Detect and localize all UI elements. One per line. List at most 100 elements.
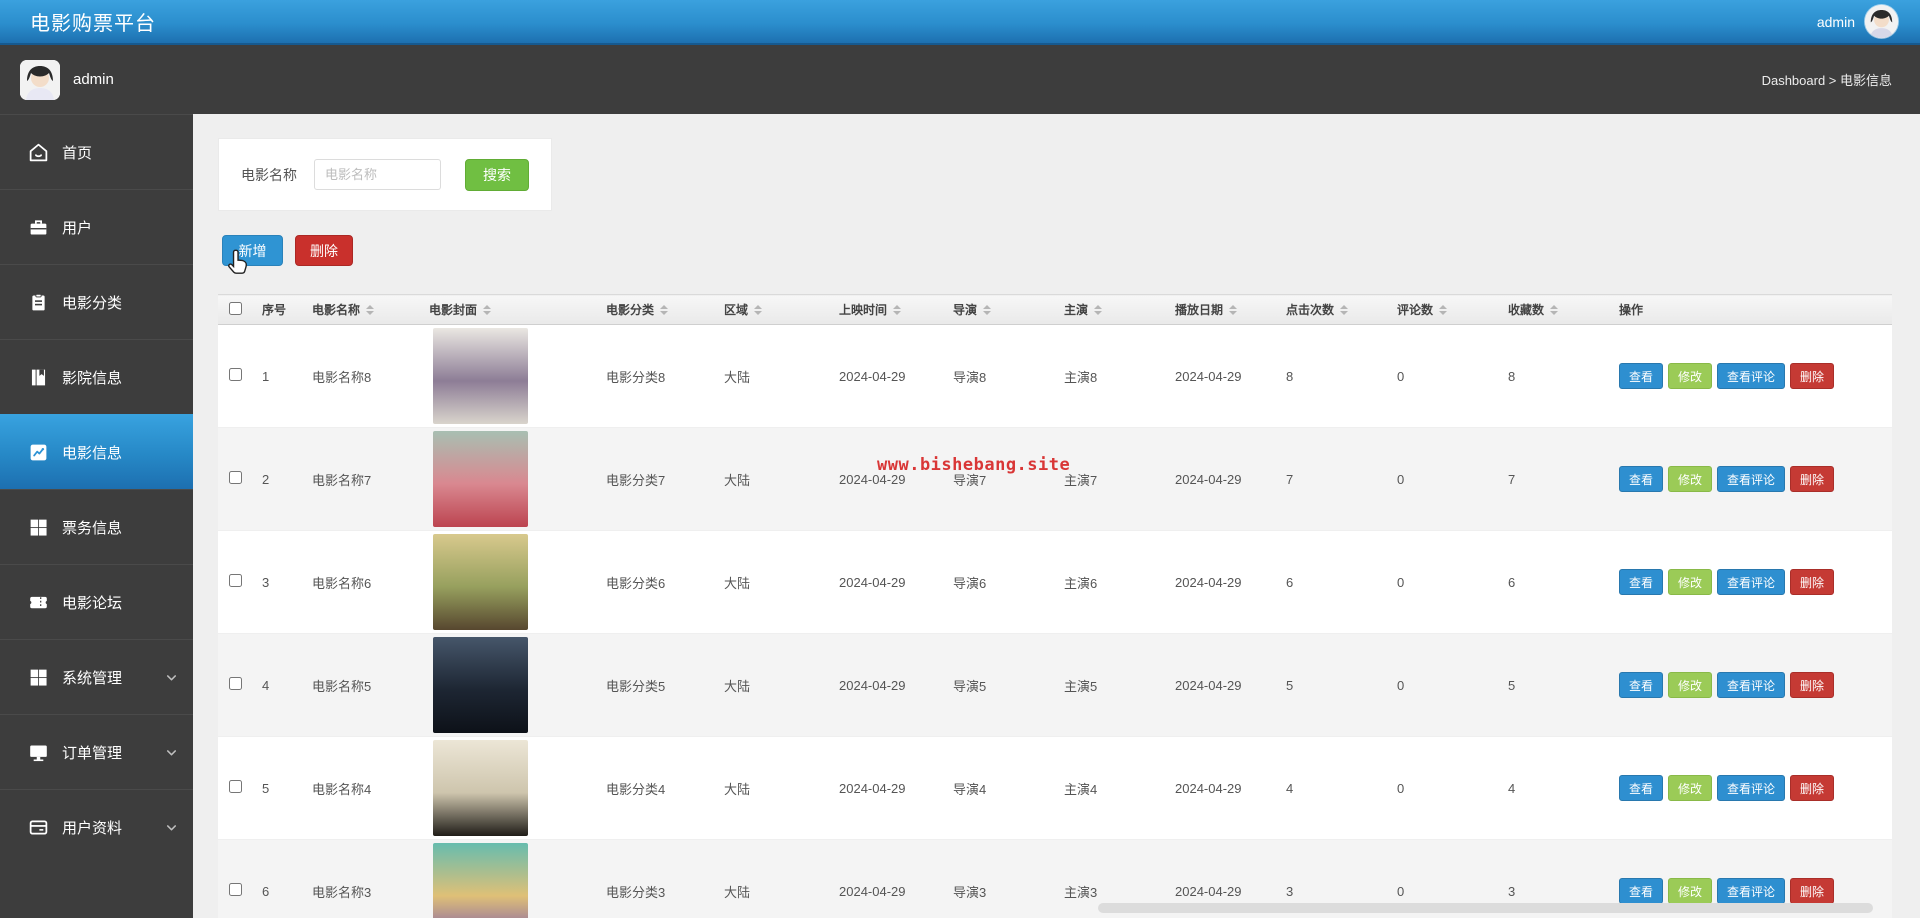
- sort-carets-icon[interactable]: [1439, 304, 1448, 315]
- column-header-6[interactable]: 上映时间: [829, 294, 943, 325]
- search-button[interactable]: 搜索: [465, 158, 529, 191]
- topbar-username: admin: [1816, 13, 1855, 30]
- column-label: 收藏数: [1508, 303, 1545, 317]
- view-button[interactable]: 查看: [1619, 775, 1664, 801]
- sort-carets-icon[interactable]: [483, 304, 492, 315]
- column-header-3[interactable]: 电影封面: [419, 294, 596, 325]
- cell-name: 电影名称5: [302, 633, 419, 737]
- column-label: 电影名称: [312, 303, 361, 317]
- delete-button[interactable]: 删除: [1790, 878, 1835, 904]
- profile-avatar[interactable]: [20, 59, 60, 100]
- row-checkbox[interactable]: [228, 883, 242, 896]
- chart-icon: [28, 442, 49, 463]
- row-checkbox[interactable]: [228, 471, 242, 484]
- cell-clicks: 8: [1276, 324, 1387, 428]
- cell-director: 导演3: [943, 839, 1054, 918]
- sidebar-item-order-management[interactable]: 订单管理: [0, 714, 193, 789]
- sidebar-item-ticket-info[interactable]: 票务信息: [0, 489, 193, 564]
- column-header-9[interactable]: 播放日期: [1165, 294, 1276, 325]
- sidebar-item-home[interactable]: 首页: [0, 114, 193, 189]
- view-comments-button[interactable]: 查看评论: [1717, 466, 1786, 492]
- cell-favorites: 6: [1498, 530, 1609, 634]
- delete-button[interactable]: 删除: [1790, 775, 1835, 801]
- column-header-4[interactable]: 电影分类: [596, 294, 714, 325]
- sort-carets-icon[interactable]: [1550, 304, 1559, 315]
- sidebar-item-user-profile[interactable]: 用户资料: [0, 789, 193, 864]
- row-checkbox[interactable]: [228, 780, 242, 793]
- row-checkbox[interactable]: [228, 574, 242, 587]
- view-comments-button[interactable]: 查看评论: [1717, 878, 1786, 904]
- column-label: 点击次数: [1286, 303, 1335, 317]
- edit-button[interactable]: 修改: [1668, 569, 1713, 595]
- row-checkbox[interactable]: [228, 677, 242, 690]
- topbar: 电影购票平台 admin: [0, 0, 1920, 45]
- delete-button[interactable]: 删除: [1790, 569, 1835, 595]
- horizontal-scrollbar[interactable]: [1098, 903, 1873, 913]
- cell-play_date: 2024-04-29: [1165, 633, 1276, 737]
- sort-carets-icon[interactable]: [893, 304, 902, 315]
- chevron-down-icon: [164, 745, 179, 760]
- edit-button[interactable]: 修改: [1668, 672, 1713, 698]
- column-header-10[interactable]: 点击次数: [1276, 294, 1387, 325]
- view-button[interactable]: 查看: [1619, 569, 1664, 595]
- sidebar-item-users[interactable]: 用户: [0, 189, 193, 264]
- delete-button[interactable]: 删除: [295, 235, 353, 266]
- row-checkbox[interactable]: [228, 368, 242, 381]
- select-all-checkbox[interactable]: [228, 301, 242, 315]
- sort-carets-icon[interactable]: [983, 304, 992, 315]
- edit-button[interactable]: 修改: [1668, 363, 1713, 389]
- user-avatar[interactable]: [1865, 5, 1898, 38]
- column-label: 上映时间: [839, 303, 888, 317]
- edit-button[interactable]: 修改: [1668, 775, 1713, 801]
- cell-poster: [419, 736, 596, 840]
- sort-carets-icon[interactable]: [1340, 304, 1349, 315]
- view-comments-button[interactable]: 查看评论: [1717, 569, 1786, 595]
- sidebar-item-movie-categories[interactable]: 电影分类: [0, 264, 193, 339]
- column-header-7[interactable]: 导演: [943, 294, 1054, 325]
- movie-poster: [433, 637, 528, 733]
- sidebar-item-cinema-info[interactable]: 影院信息: [0, 339, 193, 414]
- column-header-2[interactable]: 电影名称: [302, 294, 419, 325]
- edit-button[interactable]: 修改: [1668, 466, 1713, 492]
- breadcrumb[interactable]: Dashboard > 电影信息: [1762, 70, 1892, 89]
- view-button[interactable]: 查看: [1619, 363, 1664, 389]
- sort-carets-icon[interactable]: [366, 304, 375, 315]
- sort-carets-icon[interactable]: [1229, 304, 1238, 315]
- view-button[interactable]: 查看: [1619, 672, 1664, 698]
- search-input[interactable]: [314, 159, 441, 190]
- grid-icon: [28, 517, 49, 538]
- column-label: 序号: [262, 303, 287, 317]
- edit-button[interactable]: 修改: [1668, 878, 1713, 904]
- view-button[interactable]: 查看: [1619, 878, 1664, 904]
- cell-release_date: 2024-04-29: [829, 839, 943, 918]
- view-button[interactable]: 查看: [1619, 466, 1664, 492]
- column-header-5[interactable]: 区域: [714, 294, 829, 325]
- column-header-8[interactable]: 主演: [1054, 294, 1165, 325]
- sidebar-item-system-management[interactable]: 系统管理: [0, 639, 193, 714]
- topbar-user-area[interactable]: admin: [1817, 5, 1898, 38]
- sidebar-item-movie-forum[interactable]: 电影论坛: [0, 564, 193, 639]
- delete-button[interactable]: 删除: [1790, 672, 1835, 698]
- profile-area[interactable]: admin: [20, 59, 114, 100]
- view-comments-button[interactable]: 查看评论: [1717, 775, 1786, 801]
- cell-poster: [419, 427, 596, 531]
- cell-clicks: 4: [1276, 736, 1387, 840]
- movie-poster: [433, 740, 528, 836]
- book-icon: [28, 367, 49, 388]
- delete-button[interactable]: 删除: [1790, 363, 1835, 389]
- view-comments-button[interactable]: 查看评论: [1717, 672, 1786, 698]
- view-comments-button[interactable]: 查看评论: [1717, 363, 1786, 389]
- sort-carets-icon[interactable]: [1094, 304, 1103, 315]
- sort-carets-icon[interactable]: [660, 304, 669, 315]
- add-button[interactable]: 新增: [222, 235, 283, 266]
- cell-star: 主演5: [1054, 633, 1165, 737]
- delete-button[interactable]: 删除: [1790, 466, 1835, 492]
- cell-star: 主演8: [1054, 324, 1165, 428]
- sidebar-item-movie-info[interactable]: 电影信息: [0, 414, 193, 489]
- cell-play_date: 2024-04-29: [1165, 736, 1276, 840]
- column-header-11[interactable]: 评论数: [1387, 294, 1498, 325]
- column-header-12[interactable]: 收藏数: [1498, 294, 1609, 325]
- cell-star: 主演4: [1054, 736, 1165, 840]
- sort-carets-icon[interactable]: [754, 304, 763, 315]
- sidebar-item-label: 电影论坛: [62, 594, 123, 612]
